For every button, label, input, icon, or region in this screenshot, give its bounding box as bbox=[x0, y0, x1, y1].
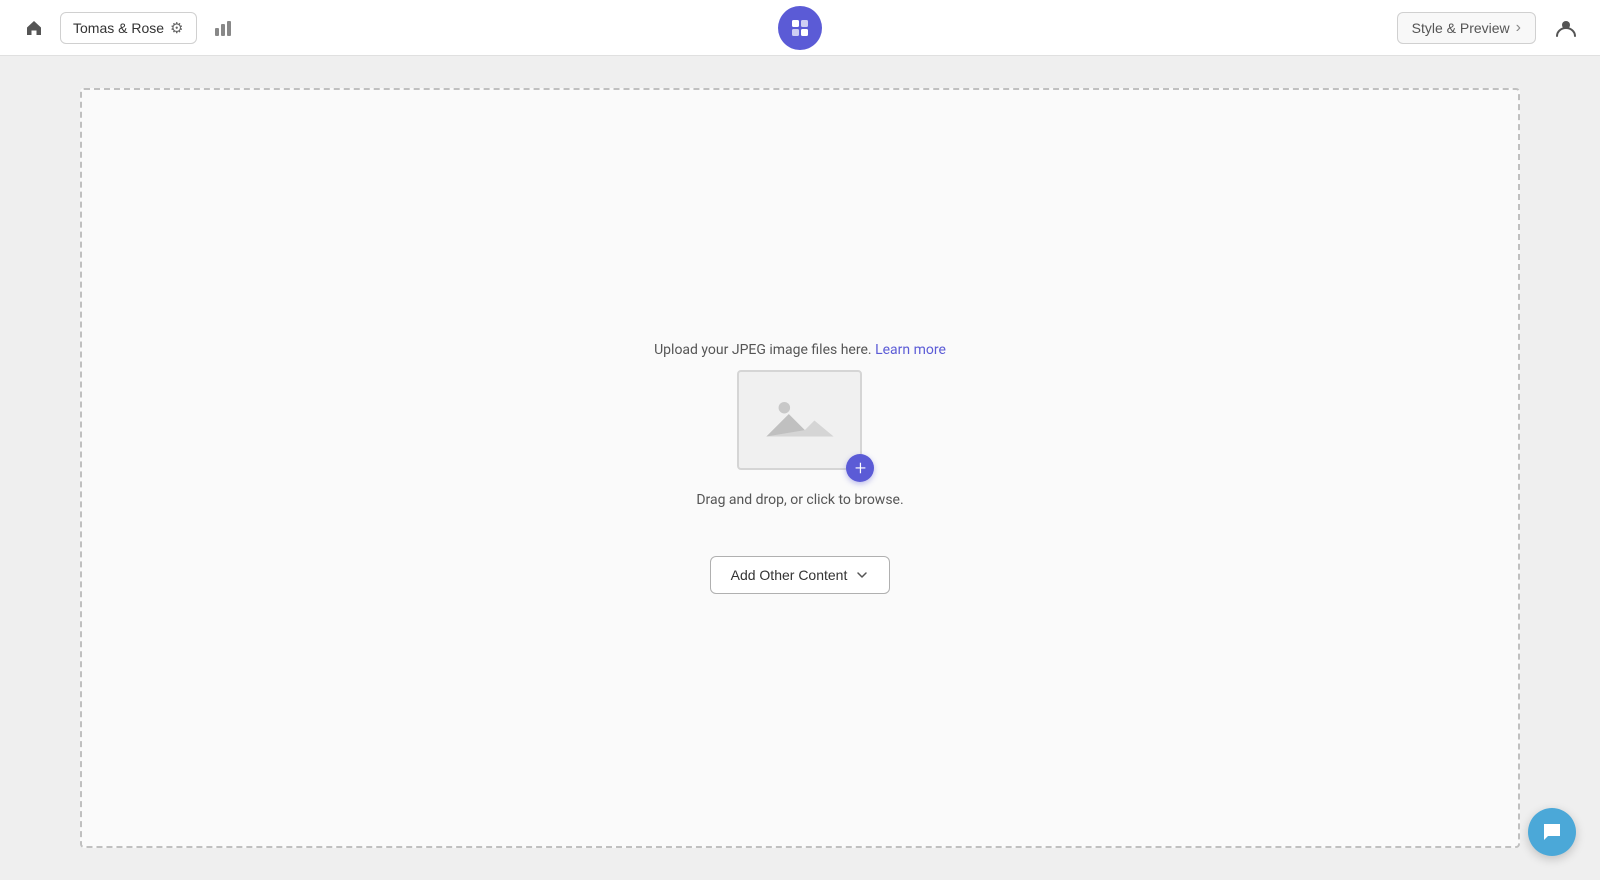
canvas-drop-area[interactable]: Upload your JPEG image files here. Learn… bbox=[80, 88, 1520, 848]
bar-chart-icon bbox=[214, 19, 232, 37]
header-right-section: Style & Preview › bbox=[1397, 10, 1584, 46]
upload-instruction: Upload your JPEG image files here. Learn… bbox=[654, 342, 946, 358]
logo-circle bbox=[778, 6, 822, 50]
chat-support-button[interactable] bbox=[1528, 808, 1576, 856]
drag-drop-text: Drag and drop, or click to browse. bbox=[696, 492, 903, 508]
style-preview-label: Style & Preview bbox=[1412, 20, 1510, 36]
top-navbar: Tomas & Rose ⚙ Style & Preview bbox=[0, 0, 1600, 56]
chat-icon bbox=[1540, 820, 1564, 844]
stats-button[interactable] bbox=[205, 10, 241, 46]
image-placeholder-icon bbox=[760, 388, 840, 453]
upload-plus-button[interactable]: + bbox=[846, 454, 874, 482]
header-logo bbox=[778, 6, 822, 50]
chevron-right-icon: › bbox=[1516, 19, 1521, 37]
style-preview-button[interactable]: Style & Preview › bbox=[1397, 12, 1536, 44]
header-left-section: Tomas & Rose ⚙ bbox=[16, 10, 241, 46]
user-icon bbox=[1555, 17, 1577, 39]
gear-icon: ⚙ bbox=[170, 19, 183, 37]
add-other-content-label: Add Other Content bbox=[731, 567, 848, 583]
upload-section: Upload your JPEG image files here. Learn… bbox=[654, 342, 946, 594]
workspace-label: Tomas & Rose bbox=[73, 20, 164, 36]
home-button[interactable] bbox=[16, 10, 52, 46]
chevron-down-icon bbox=[855, 568, 869, 582]
home-icon bbox=[24, 18, 44, 38]
user-account-button[interactable] bbox=[1548, 10, 1584, 46]
logo-icon bbox=[788, 16, 812, 40]
learn-more-link[interactable]: Learn more bbox=[875, 342, 946, 358]
image-upload-placeholder[interactable]: + bbox=[737, 370, 862, 470]
workspace-button[interactable]: Tomas & Rose ⚙ bbox=[60, 12, 197, 44]
add-other-content-button[interactable]: Add Other Content bbox=[710, 556, 891, 594]
main-content-area: Upload your JPEG image files here. Learn… bbox=[0, 56, 1600, 880]
